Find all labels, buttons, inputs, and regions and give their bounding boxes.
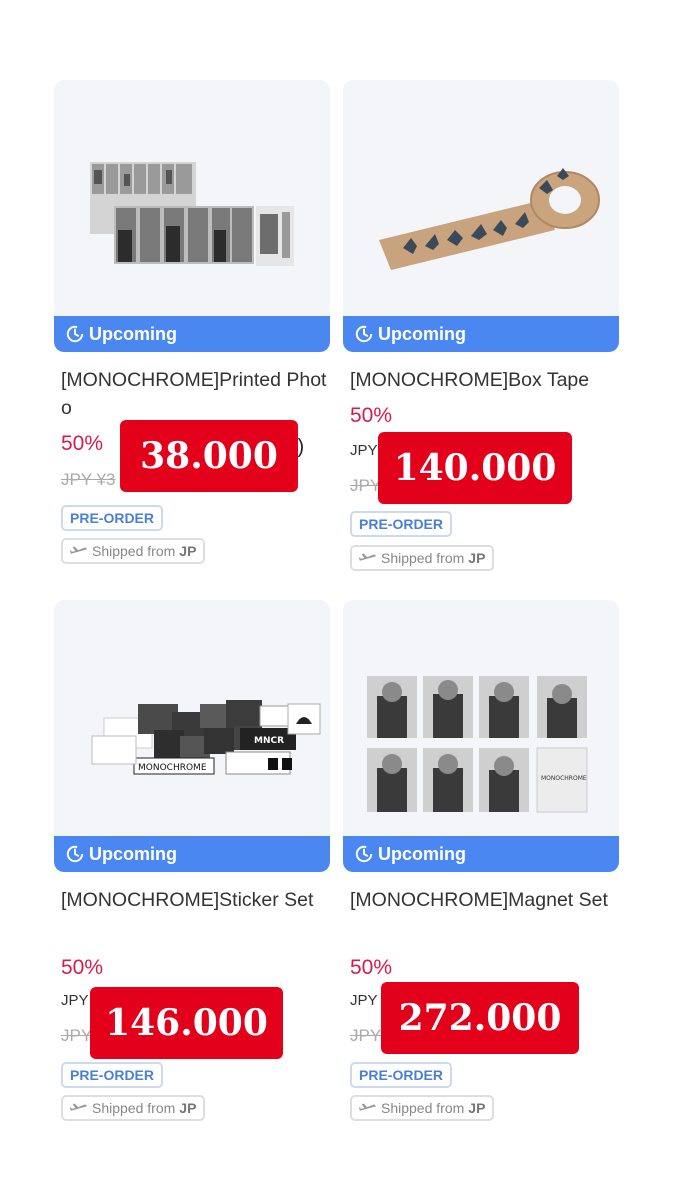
upcoming-banner: Upcoming [54,836,330,872]
shipped-from-tag: Shipped from JP [350,545,495,571]
original-price: JPY [350,476,382,495]
price-overlay-sticker: 140.000 [378,432,572,504]
ship-origin: JP [179,543,197,559]
airplane-icon [70,546,88,554]
sticker-brand-text: MONOCHROME [138,763,207,773]
product-card[interactable]: Upcoming [MONOCHROME]Printed Photo 50% .… [54,80,330,580]
airplane-icon [70,1103,88,1111]
original-price: JPY [350,1026,382,1045]
discount-percent: 50% [61,432,104,455]
airplane-icon [359,1103,377,1111]
shipped-label: Shipped from [92,1100,176,1116]
sale-price: JPY [350,442,378,459]
product-title[interactable]: [MONOCHROME]Box Tape [350,366,616,394]
shipped-label: Shipped from [381,1100,465,1116]
price-overlay-sticker: 146.000 [90,987,283,1059]
sticker-short-text: MNCR [254,736,284,746]
discount-percent: 50% [350,956,393,979]
product-image[interactable]: MNCR MONOCHROME Upcoming [54,600,330,872]
ship-origin: JP [179,1100,197,1116]
discount-percent: 50% [350,404,393,427]
product-title[interactable]: [MONOCHROME]Sticker Set [61,886,327,914]
product-image[interactable]: Upcoming [54,80,330,352]
clock-icon [66,325,84,343]
original-price: JPY ¥3 [61,470,116,489]
upcoming-banner: Upcoming [343,836,619,872]
magnet-brand-text: MONOCHROME [541,775,587,782]
shipped-from-tag: Shipped from JP [350,1095,495,1121]
upcoming-label: Upcoming [89,323,177,344]
upcoming-banner: Upcoming [54,316,330,352]
upcoming-label: Upcoming [89,843,177,864]
preorder-tag: PRE-ORDER [61,505,164,531]
discount-percent: 50% [61,956,104,979]
clock-icon [355,845,373,863]
box-tape-image [379,168,600,270]
shipped-from-tag: Shipped from JP [61,538,206,564]
preorder-tag: PRE-ORDER [61,1062,164,1088]
ship-origin: JP [468,550,486,566]
photo-collage-image [90,162,294,266]
original-price: JPY [61,1026,93,1045]
shipped-label: Shipped from [92,543,176,559]
preorder-tag: PRE-ORDER [350,1062,453,1088]
airplane-icon [359,553,377,561]
upcoming-label: Upcoming [378,843,466,864]
sale-price: JPY [350,992,378,1009]
magnet-set-image: MONOCHROME [367,676,588,813]
sticker-set-image: MNCR MONOCHROME [91,700,321,775]
product-image[interactable]: MONOCHROME Upcoming [343,600,619,872]
ship-origin: JP [468,1100,486,1116]
shipped-label: Shipped from [381,550,465,566]
shipped-from-tag: Shipped from JP [61,1095,206,1121]
product-image[interactable]: Upcoming [343,80,619,352]
clock-icon [355,325,373,343]
product-title[interactable]: [MONOCHROME]Printed Photo [61,366,327,422]
preorder-tag: PRE-ORDER [350,511,453,537]
price-overlay-sticker: 38.000 [120,420,298,492]
upcoming-banner: Upcoming [343,316,619,352]
upcoming-label: Upcoming [378,323,466,344]
product-title[interactable]: [MONOCHROME]Magnet Set [350,886,616,914]
sale-price: JPY [61,992,89,1009]
product-card[interactable]: Upcoming [MONOCHROME]Box Tape 50% JPY JP… [343,80,619,580]
price-overlay-sticker: 272.000 [381,982,579,1054]
clock-icon [66,845,84,863]
